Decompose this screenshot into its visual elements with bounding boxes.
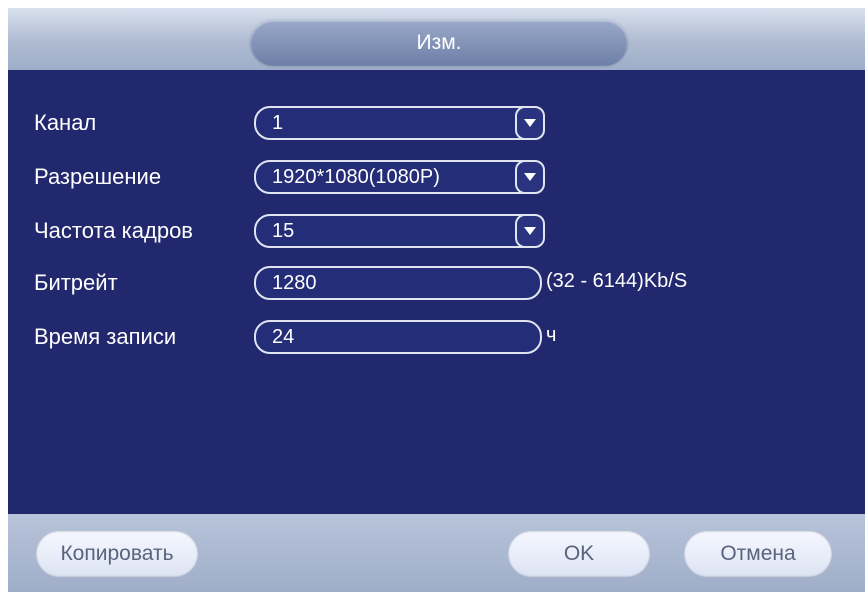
channel-value: 1 [272, 112, 284, 134]
cancel-button[interactable]: Отмена [684, 531, 832, 577]
resolution-value: 1920*1080(1080P) [272, 166, 440, 188]
channel-label: Канал [34, 110, 97, 135]
record-time-label: Время записи [34, 324, 177, 349]
chevron-down-icon[interactable] [515, 106, 545, 140]
bitrate-label: Битрейт [34, 270, 118, 295]
dialog-title: Изм. [250, 20, 628, 66]
frame-rate-label: Частота кадров [34, 218, 193, 243]
settings-panel: Канал 1 Разрешение 1920*1080(1080P) Част… [8, 70, 865, 514]
channel-select[interactable]: 1 [254, 106, 545, 140]
channel-row: Канал 1 [8, 106, 865, 146]
ok-button[interactable]: OK [508, 531, 650, 577]
bitrate-input[interactable]: 1280 [254, 266, 542, 300]
record-time-value: 24 [272, 326, 295, 348]
bitrate-value: 1280 [272, 272, 317, 294]
button-bar: Копировать OK Отмена [8, 514, 865, 592]
chevron-down-icon[interactable] [515, 160, 545, 194]
frame-rate-select[interactable]: 15 [254, 214, 545, 248]
resolution-row: Разрешение 1920*1080(1080P) [8, 160, 865, 200]
record-time-input[interactable]: 24 [254, 320, 542, 354]
frame-rate-value: 15 [272, 220, 295, 242]
resolution-label: Разрешение [34, 164, 162, 189]
bitrate-row: Битрейт 1280 (32 - 6144)Kb/S [8, 266, 865, 306]
frame-rate-row: Частота кадров 15 [8, 214, 865, 254]
record-time-unit: ч [546, 324, 557, 346]
chevron-down-icon[interactable] [515, 214, 545, 248]
record-time-row: Время записи 24 ч [8, 320, 865, 360]
bitrate-range: (32 - 6144)Kb/S [546, 270, 688, 292]
title-bar: Изм. [8, 8, 865, 70]
copy-button[interactable]: Копировать [36, 531, 198, 577]
dvr-dialog: Изм. Канал 1 Разрешение 1920*1080(1080P)… [8, 0, 865, 592]
resolution-select[interactable]: 1920*1080(1080P) [254, 160, 545, 194]
